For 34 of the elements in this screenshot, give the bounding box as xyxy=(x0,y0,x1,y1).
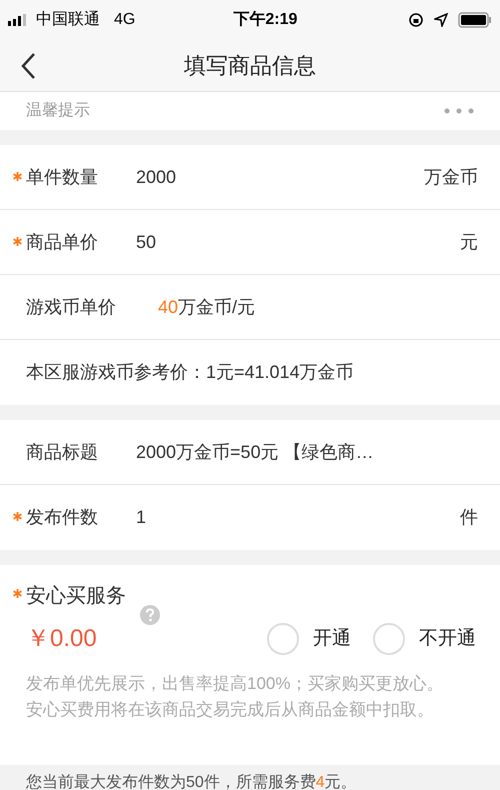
unit-label: 元 xyxy=(460,230,478,254)
tip-label: 温馨提示 xyxy=(26,100,90,121)
field-label: 发布件数 xyxy=(26,506,99,529)
service-description: 发布单优先展示，出售率提高100%；买家购买更放心。安心买费用将在该商品交易完成后从商品金额中扣取。 xyxy=(26,673,444,721)
input-field[interactable]: 1 xyxy=(136,504,460,531)
field-label: 游戏币单价 xyxy=(26,296,117,318)
location-arrow-icon xyxy=(434,13,448,27)
battery-icon xyxy=(458,12,492,28)
unit-label: 件 xyxy=(460,506,478,529)
rotation-lock-icon xyxy=(408,12,424,28)
page-title: 填写商品信息 xyxy=(183,52,317,80)
section-title: 安心买服务 xyxy=(26,584,126,609)
radio-option[interactable]: 不开通 xyxy=(373,623,476,655)
radio-option[interactable]: 开通 xyxy=(267,623,351,655)
input-field[interactable]: 2000 xyxy=(136,164,424,190)
network-type: 4G xyxy=(114,10,136,30)
fee-amount: 4 xyxy=(316,773,325,790)
reference-price: 本区服游戏币参考价：1元=41.014万金币 xyxy=(26,361,354,384)
input-field[interactable]: 50 xyxy=(136,228,460,256)
field-label: 商品单价 xyxy=(26,230,99,254)
back-icon xyxy=(20,52,36,80)
clock-time: 下午2:19 xyxy=(233,10,298,30)
unit-label: 万金币 xyxy=(424,166,478,188)
help-icon[interactable] xyxy=(140,605,160,625)
rate-value: 40 xyxy=(158,296,178,318)
carrier-name: 中国联通 xyxy=(36,10,100,30)
more-icon[interactable] xyxy=(444,108,474,114)
notice-text: 您当前最大发布件数为50件，所需服务费 xyxy=(26,772,316,790)
notice-suffix: 元。 xyxy=(324,773,357,790)
service-price: ￥0.00 xyxy=(26,624,98,654)
field-label: 商品标题 xyxy=(26,440,99,464)
field-label: 单件数量 xyxy=(26,166,99,188)
rate-unit: 万金币/元 xyxy=(178,296,256,318)
input-field[interactable]: 2000万金币=50元 【绿色商… xyxy=(136,438,478,466)
